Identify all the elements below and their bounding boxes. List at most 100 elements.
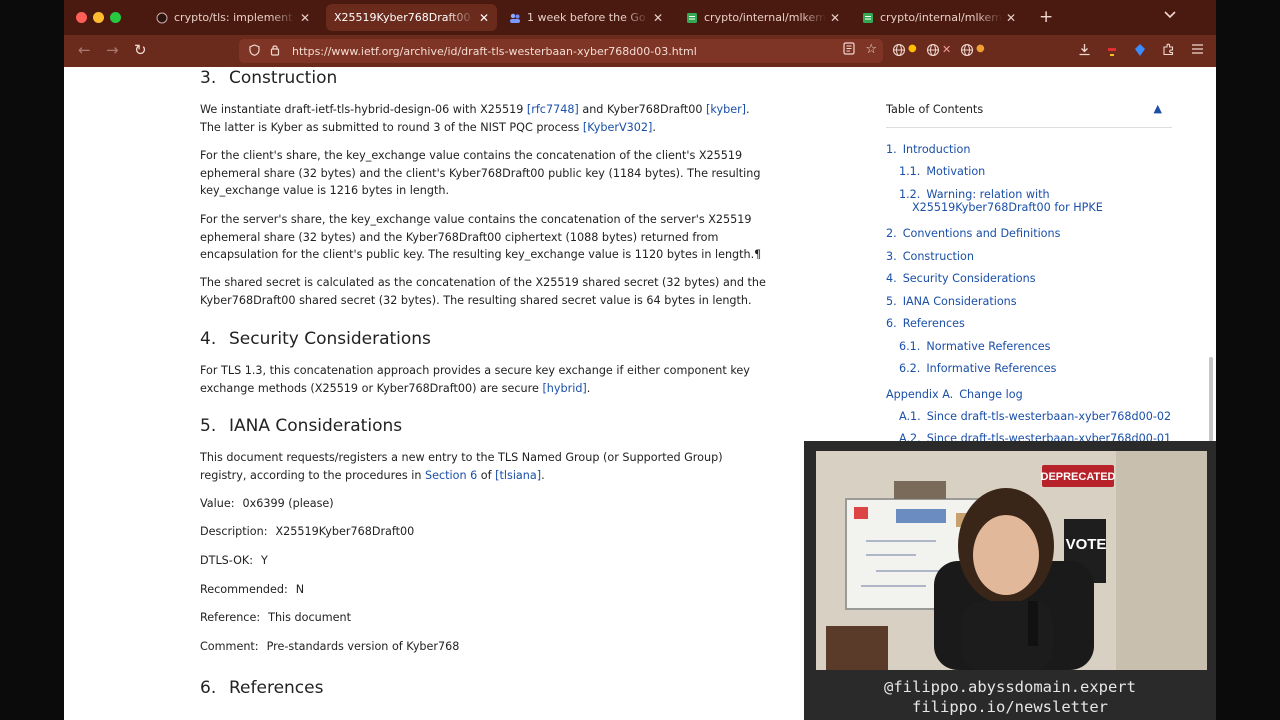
toc-item-number: 6.1. (899, 340, 921, 353)
nav-bar: ← → ↻ https://www.ietf.org/archive/id/dr… (64, 35, 1216, 67)
stack-icon[interactable]: ● (976, 43, 985, 54)
iana-field-description: Description: X25519Kyber768Draft00 (200, 523, 414, 541)
toc-item-label-continued: X25519Kyber768Draft00 for HPKE (912, 201, 1103, 214)
toc-item[interactable]: 1.2. Warning: relation with X25519Kyber768… (899, 188, 1103, 214)
tab-title: X25519Kyber768Draft00 hybrid post (334, 11, 475, 24)
globe-icon[interactable] (960, 43, 974, 61)
toc-item-label: Motivation (926, 165, 986, 178)
field-value: Pre-standards version of Kyber768 (266, 640, 460, 653)
s3-paragraph-4: The shared secret is calculated as the c… (200, 276, 766, 307)
iana-field-value: Value: 0x6399 (please) (200, 495, 334, 513)
toc-item[interactable]: 6.2. Informative References (899, 362, 1056, 375)
toc-item[interactable]: A.1. Since draft-tls-westerbaan-xyber768d… (899, 410, 1171, 423)
webcam-scene: DEPRECATED VOTE (816, 451, 1207, 670)
toc-divider (886, 127, 1172, 128)
tab-3[interactable]: 1 week before the Go 1.23 release ✕ (501, 4, 671, 31)
close-tab-icon[interactable]: ✕ (830, 11, 840, 25)
maximize-window-button[interactable] (110, 12, 121, 23)
iana-field-comment: Comment: Pre-standards version of Kyber76… (200, 638, 459, 656)
paragraph-text: . (586, 381, 591, 395)
scrollbar[interactable] (1209, 357, 1213, 447)
github-icon (156, 12, 168, 24)
iana-field-reference: Reference: This document (200, 609, 351, 627)
iana-field-dtls-ok: DTLS-OK: Y (200, 552, 268, 570)
toc-item[interactable]: 6.1. Normative References (899, 340, 1050, 353)
tab-title: crypto/internal/mlkem768: various (704, 11, 826, 24)
toc-item[interactable]: 5. IANA Considerations (886, 295, 1017, 308)
paragraph-text: and Kyber768Draft00 (578, 103, 707, 116)
s5-paragraph-1: This document requests/registers a new e… (200, 449, 766, 484)
paragraph-text: We instantiate draft-ietf-tls-hybrid-des… (200, 103, 527, 116)
hamburger-menu-icon[interactable] (1191, 43, 1204, 59)
toc-item-label: IANA Considerations (902, 295, 1017, 308)
toc-item-number: 3. (886, 250, 897, 263)
sheet-icon (686, 12, 698, 24)
tab-strip: crypto/tls: implement and enable ✕ X2551… (64, 0, 1216, 35)
sheet-icon (862, 12, 874, 24)
vote-poster-text: VOTE (1066, 536, 1107, 553)
section-6-heading: 6. References (200, 679, 323, 698)
toc-item-label: Warning: relation with (926, 188, 1050, 201)
reference-link[interactable]: [hybrid] (542, 382, 586, 395)
tab-2-active[interactable]: X25519Kyber768Draft00 hybrid post ✕ (326, 4, 497, 31)
close-tab-icon[interactable]: ✕ (653, 11, 663, 25)
blocked-icon[interactable]: ✕ (942, 43, 951, 56)
field-key: Recommended: (200, 583, 288, 596)
paragraph-text: . (541, 468, 545, 482)
toc-item[interactable]: 3. Construction (886, 250, 974, 263)
toc-item-label: Security Considerations (902, 272, 1036, 285)
reload-icon[interactable]: ↻ (134, 41, 147, 59)
newsletter-url: filippo.io/newsletter (912, 698, 1108, 716)
s4-paragraph-1: For TLS 1.3, this concatenation approach… (200, 362, 766, 397)
section-5-heading: 5. IANA Considerations (200, 416, 403, 436)
collapse-triangle-icon[interactable]: ▲ (1154, 102, 1162, 115)
puzzle-icon[interactable] (1162, 43, 1175, 60)
reference-link[interactable]: [rfc7748] (527, 103, 579, 116)
tab-5[interactable]: crypto/internal/mlkem768: new ✕ (854, 4, 1024, 31)
url-bar[interactable]: https://www.ietf.org/archive/id/draft-tl… (239, 39, 883, 63)
reference-link[interactable]: Section 6 (425, 469, 477, 482)
reference-link[interactable]: [KyberV302] (583, 121, 652, 134)
lock-icon[interactable] (270, 44, 280, 59)
extension-red-icon[interactable] (1107, 43, 1117, 61)
close-tab-icon[interactable]: ✕ (300, 11, 310, 25)
toc-item-label: References (902, 317, 965, 330)
close-window-button[interactable] (76, 12, 87, 23)
minimize-window-button[interactable] (93, 12, 104, 23)
social-handle: @filippo.abyssdomain.expert (884, 678, 1136, 696)
extension-blue-icon[interactable] (1134, 43, 1146, 61)
close-tab-icon[interactable]: ✕ (479, 11, 489, 25)
bookmark-star-icon[interactable]: ☆ (865, 42, 877, 57)
reader-view-icon[interactable] (843, 42, 855, 59)
toc-item[interactable]: 2. Conventions and Definitions (886, 227, 1060, 240)
toc-item[interactable]: 1. Introduction (886, 143, 970, 156)
toc-item[interactable]: 4. Security Considerations (886, 272, 1036, 285)
new-tab-plus-icon[interactable]: + (1039, 7, 1053, 27)
download-icon[interactable] (1078, 43, 1091, 60)
shield-icon[interactable] (249, 43, 260, 59)
reference-link[interactable]: [kyber] (706, 103, 746, 116)
globe-icon[interactable] (926, 43, 940, 61)
back-arrow-icon[interactable]: ← (78, 41, 91, 59)
toc-item[interactable]: 1.1. Motivation (899, 165, 985, 178)
reference-link[interactable]: [tlsiana] (495, 469, 541, 482)
chevron-down-icon[interactable] (1164, 9, 1176, 23)
screen: crypto/tls: implement and enable ✕ X2551… (0, 0, 1280, 720)
section-4-heading: 4. Security Considerations (200, 330, 431, 349)
forward-arrow-icon[interactable]: → (106, 41, 119, 59)
people-icon (509, 12, 521, 24)
close-tab-icon[interactable]: ✕ (1006, 11, 1016, 25)
section-title: IANA Considerations (229, 416, 403, 436)
paragraph-text: of (477, 468, 496, 482)
toc-item-number: 1. (886, 143, 897, 156)
pin-icon[interactable]: ● (908, 43, 917, 54)
field-value: 0x6399 (please) (242, 497, 334, 510)
toc-item[interactable]: 6. References (886, 317, 965, 330)
translate-globe-icon[interactable] (892, 43, 906, 61)
toc-item[interactable]: Appendix A. Change log (886, 388, 1023, 401)
url-text[interactable]: https://www.ietf.org/archive/id/draft-tl… (292, 45, 697, 58)
s3-paragraph-2: For the client's share, the key_exchange… (200, 149, 761, 198)
tab-4[interactable]: crypto/internal/mlkem768: various ✕ (678, 4, 848, 31)
tab-1[interactable]: crypto/tls: implement and enable ✕ (148, 4, 318, 31)
paragraph-text: . (652, 120, 656, 134)
